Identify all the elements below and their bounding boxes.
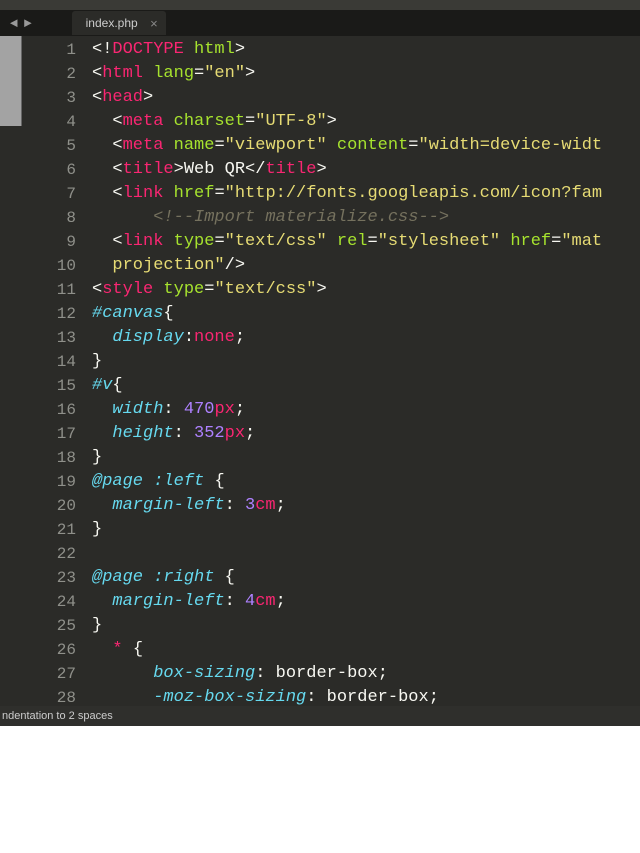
code-line[interactable]: display:none; [92, 326, 602, 350]
code-line[interactable]: @page :right { [92, 566, 602, 590]
tab-label: index.php [86, 16, 138, 30]
code-line[interactable]: <!DOCTYPE html> [92, 38, 602, 62]
code-line[interactable]: * { [92, 638, 602, 662]
code-line[interactable]: height: 352px; [92, 422, 602, 446]
line-number: 20 [0, 494, 76, 518]
code-line[interactable]: box-sizing: border-box; [92, 662, 602, 686]
code-line[interactable]: } [92, 518, 602, 542]
line-number-gutter: 1234567891011121314151617181920212223242… [0, 36, 86, 726]
code-line[interactable]: } [92, 614, 602, 638]
line-number: 11 [0, 278, 76, 302]
line-number: 15 [0, 374, 76, 398]
code-editor[interactable]: 1234567891011121314151617181920212223242… [0, 36, 640, 726]
history-nav: ◄ ► [0, 16, 42, 31]
titlebar[interactable] [0, 0, 640, 10]
tab-bar: ◄ ► index.php × [0, 10, 640, 36]
line-number: 14 [0, 350, 76, 374]
code-line[interactable]: margin-left: 3cm; [92, 494, 602, 518]
line-number: 16 [0, 398, 76, 422]
code-line[interactable]: margin-left: 4cm; [92, 590, 602, 614]
line-number: 21 [0, 518, 76, 542]
nav-back-icon[interactable]: ◄ [10, 16, 18, 31]
line-number: 8 [0, 206, 76, 230]
code-line[interactable]: @page :left { [92, 470, 602, 494]
editor-window: ◄ ► index.php × 123456789101112131415161… [0, 0, 640, 726]
code-line[interactable] [92, 542, 602, 566]
line-number: 26 [0, 638, 76, 662]
line-number: 18 [0, 446, 76, 470]
code-line[interactable]: #canvas{ [92, 302, 602, 326]
line-number: 19 [0, 470, 76, 494]
line-number: 13 [0, 326, 76, 350]
code-line[interactable]: <meta charset="UTF-8"> [92, 110, 602, 134]
code-line[interactable]: #v{ [92, 374, 602, 398]
status-message: ndentation to 2 spaces [2, 710, 113, 722]
line-number: 10 [0, 254, 76, 278]
side-panel-handle[interactable] [0, 36, 22, 126]
line-number: 24 [0, 590, 76, 614]
line-number: 27 [0, 662, 76, 686]
close-icon[interactable]: × [150, 16, 158, 31]
code-line[interactable]: } [92, 350, 602, 374]
code-line[interactable]: <!--Import materialize.css--> [92, 206, 602, 230]
line-number: 17 [0, 422, 76, 446]
nav-forward-icon[interactable]: ► [24, 16, 32, 31]
code-line[interactable]: <meta name="viewport" content="width=dev… [92, 134, 602, 158]
code-line[interactable]: } [92, 446, 602, 470]
code-content[interactable]: <!DOCTYPE html><html lang="en"><head> <m… [86, 36, 602, 726]
line-number: 23 [0, 566, 76, 590]
line-number: 22 [0, 542, 76, 566]
tab-index-php[interactable]: index.php × [72, 11, 166, 35]
line-number: 6 [0, 158, 76, 182]
code-line[interactable]: width: 470px; [92, 398, 602, 422]
code-line[interactable]: <link href="http://fonts.googleapis.com/… [92, 182, 602, 206]
code-line[interactable]: <html lang="en"> [92, 62, 602, 86]
code-line[interactable]: <head> [92, 86, 602, 110]
code-line[interactable]: <link type="text/css" rel="stylesheet" h… [92, 230, 602, 254]
line-number: 25 [0, 614, 76, 638]
code-line[interactable]: <title>Web QR</title> [92, 158, 602, 182]
line-number: 9 [0, 230, 76, 254]
line-number: 12 [0, 302, 76, 326]
code-line[interactable]: <style type="text/css"> [92, 278, 602, 302]
status-bar: ndentation to 2 spaces [0, 706, 640, 726]
line-number: 7 [0, 182, 76, 206]
line-number: 5 [0, 134, 76, 158]
code-line[interactable]: projection"/> [92, 254, 602, 278]
